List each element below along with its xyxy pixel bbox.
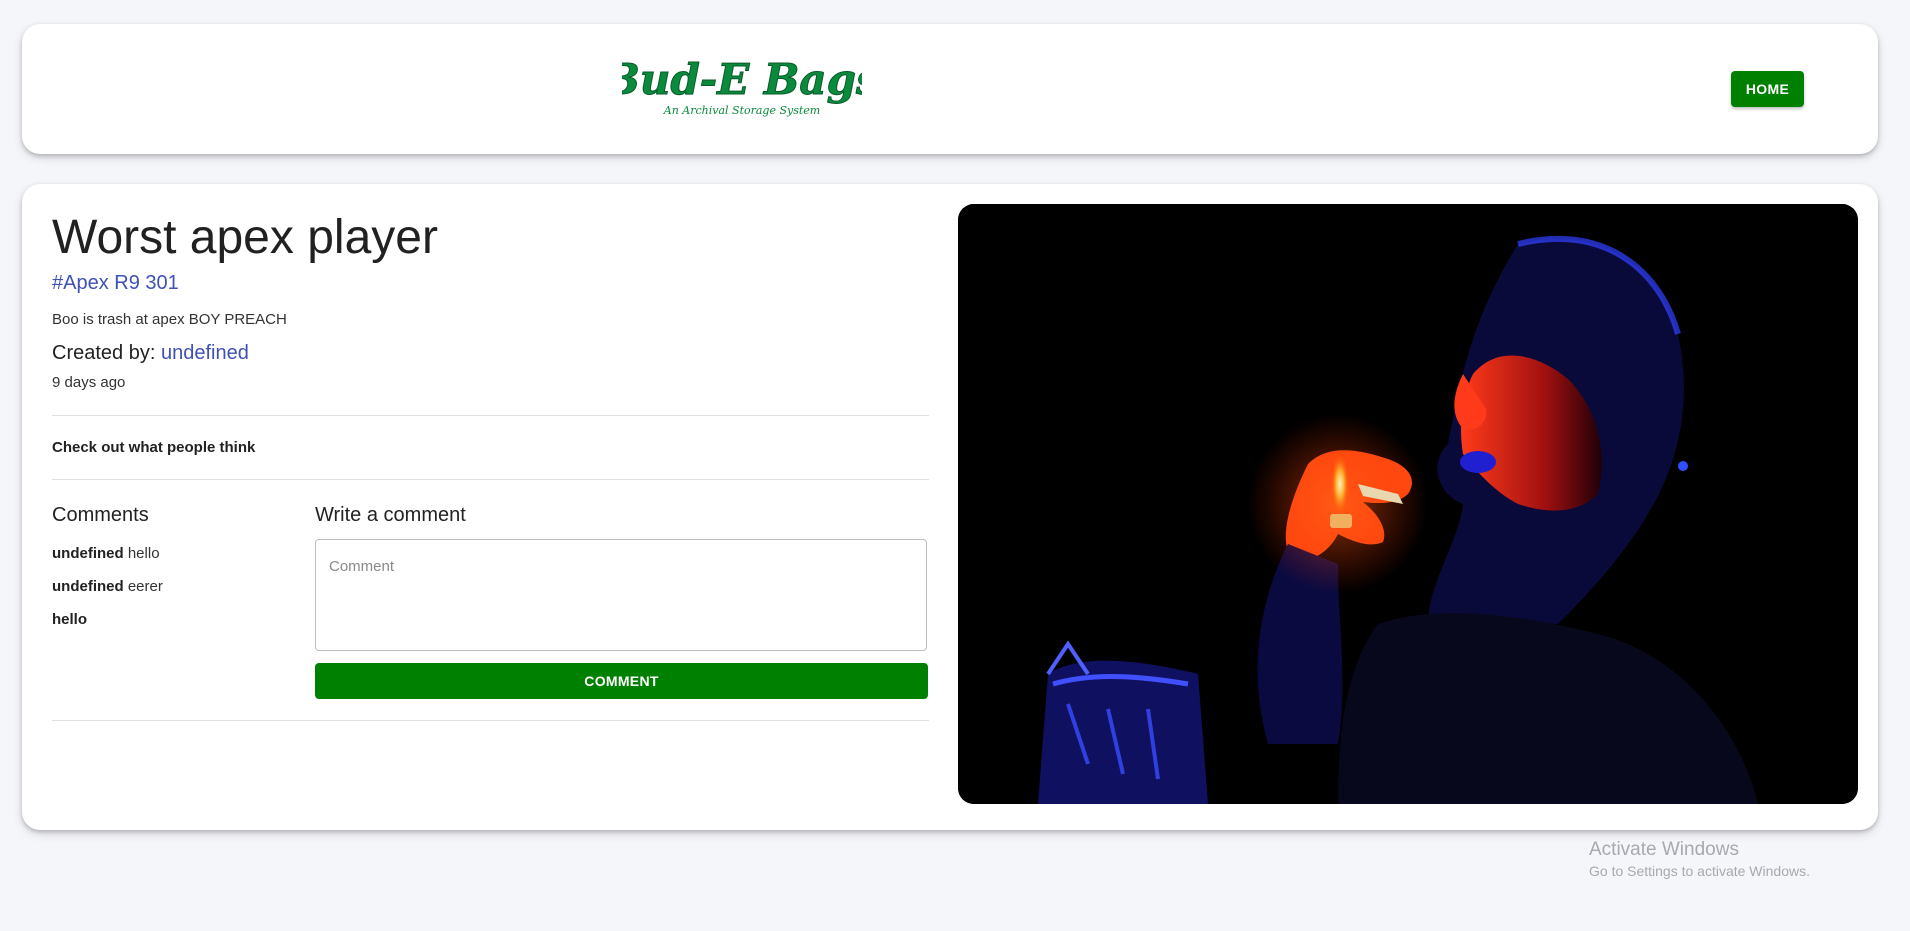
comment-author: undefined	[52, 578, 124, 595]
creator-name: undefined	[160, 342, 249, 364]
comment-input[interactable]	[315, 539, 927, 651]
comments-heading: Comments	[52, 504, 149, 526]
brand-logo[interactable]: Bud-E Bags An Archival Storage System	[622, 44, 862, 134]
post-title: Worst apex player	[52, 211, 438, 264]
post-message: Boo is trash at apex BOY PREACH	[52, 311, 287, 328]
created-by: Created by: undefined	[52, 342, 249, 365]
comment-item: hello	[52, 610, 292, 643]
divider	[52, 720, 929, 721]
write-comment-heading: Write a comment	[315, 504, 466, 526]
activate-windows-watermark: Activate Windows Go to Settings to activ…	[1589, 838, 1810, 880]
post-photo	[958, 204, 1858, 804]
comments-list: undefined hello undefined eerer hello	[52, 544, 292, 643]
watermark-title: Activate Windows	[1589, 839, 1739, 860]
created-by-label: Created by:	[52, 342, 156, 364]
post-tags: #Apex R9 301	[52, 272, 179, 294]
app-bar: Bud-E Bags An Archival Storage System HO…	[22, 24, 1878, 154]
comment-text: eerer	[127, 578, 163, 595]
post-details-card: Worst apex player #Apex R9 301 Boo is tr…	[22, 184, 1878, 830]
comment-item: undefined hello	[52, 544, 292, 577]
home-button[interactable]: HOME	[1731, 71, 1804, 107]
post-details-section: Worst apex player #Apex R9 301 Boo is tr…	[52, 184, 929, 830]
comment-item: undefined eerer	[52, 577, 292, 610]
svg-text:An Archival Storage System: An Archival Storage System	[663, 104, 820, 117]
divider	[52, 415, 929, 416]
watermark-subtitle: Go to Settings to activate Windows.	[1589, 863, 1810, 879]
check-out-label: Check out what people think	[52, 439, 256, 456]
comment-author: undefined	[52, 545, 124, 562]
divider	[52, 479, 929, 480]
post-timestamp: 9 days ago	[52, 374, 126, 391]
comment-submit-button[interactable]: COMMENT	[315, 663, 928, 699]
svg-text:Bud-E Bags: Bud-E Bags	[622, 55, 862, 104]
comment-author: hello	[52, 611, 88, 628]
post-image	[958, 204, 1858, 804]
comment-text: hello	[127, 545, 160, 562]
